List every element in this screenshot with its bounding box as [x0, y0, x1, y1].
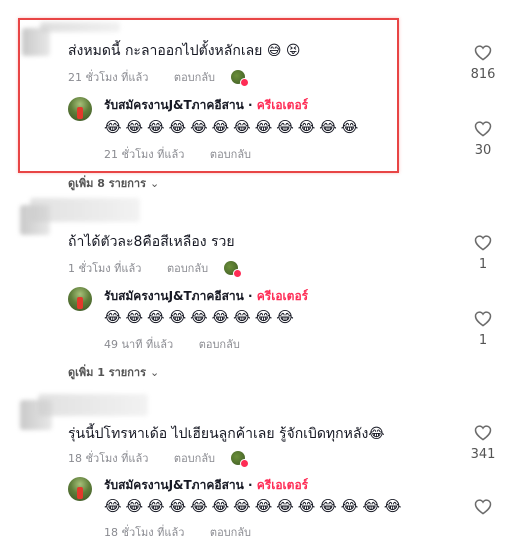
comment-time: 1 ชั่วโมง ที่แล้ว	[68, 262, 142, 275]
heart-outline-icon	[474, 425, 492, 441]
reply-meta: 49 นาที ที่แล้ว ตอบกลับ	[104, 335, 240, 353]
heart-outline-icon	[474, 235, 492, 251]
creator-name: รับสมัครงานJ&Tภาคอีสาน	[104, 289, 244, 303]
comment-meta: 1 ชั่วโมง ที่แล้ว ตอบกลับ	[68, 259, 242, 278]
reply-text: 😂😂😂😂😂😂😂😂😂😂😂😂😂😂	[104, 497, 406, 515]
creator-liked-avatar	[223, 261, 242, 278]
comment-text: รุ่นนี้ปโทรหาเด้อ ไปเฮียนลูกค้าเลย รู้จั…	[68, 426, 385, 442]
creator-badge: ครีเอเตอร์	[256, 478, 309, 492]
reply-button[interactable]: ตอบกลับ	[167, 262, 208, 275]
heart-outline-icon	[474, 45, 492, 61]
creator-name: รับสมัครงานJ&Tภาคอีสาน	[104, 478, 244, 492]
like-count: 30	[474, 143, 492, 158]
view-more-replies[interactable]: ดูเพิ่ม 8 รายการ ⌄	[68, 174, 159, 192]
comment-meta: 18 ชั่วโมง ที่แล้ว ตอบกลับ	[68, 449, 249, 468]
reply-author[interactable]: รับสมัครงานJ&Tภาคอีสาน · ครีเอเตอร์	[104, 476, 308, 495]
view-more-label: ดูเพิ่ม 8 รายการ	[68, 177, 146, 190]
creator-avatar[interactable]	[68, 287, 92, 311]
like-button[interactable]	[463, 498, 503, 515]
like-button[interactable]: 1	[463, 234, 503, 272]
blurred-username	[30, 198, 140, 222]
reply-button[interactable]: ตอบกลับ	[199, 338, 240, 351]
reply-text: 😂😂😂😂😂😂😂😂😂	[104, 308, 298, 326]
reply-meta: 18 ชั่วโมง ที่แล้ว ตอบกลับ	[104, 523, 251, 541]
creator-avatar[interactable]	[68, 477, 92, 501]
name-separator: ·	[243, 478, 257, 492]
name-separator: ·	[243, 289, 257, 303]
heart-outline-icon	[474, 311, 492, 327]
reply-button[interactable]: ตอบกลับ	[210, 526, 251, 539]
highlight-annotation-box	[18, 18, 399, 173]
creator-badge: ครีเอเตอร์	[256, 289, 309, 303]
heart-outline-icon	[474, 121, 492, 137]
like-count: 1	[478, 257, 488, 272]
view-more-label: ดูเพิ่ม 1 รายการ	[68, 366, 146, 379]
like-count: 1	[478, 333, 488, 348]
blurred-username	[38, 394, 148, 416]
heart-outline-icon	[474, 499, 492, 515]
view-more-replies[interactable]: ดูเพิ่ม 1 รายการ ⌄	[68, 363, 159, 381]
reply-time: 18 ชั่วโมง ที่แล้ว	[104, 526, 185, 539]
reply-button[interactable]: ตอบกลับ	[174, 452, 215, 465]
like-button[interactable]: 816	[463, 44, 503, 82]
creator-heart-badge	[239, 459, 249, 468]
reply-time: 49 นาที ที่แล้ว	[104, 338, 174, 351]
creator-heart-badge	[232, 269, 242, 278]
chevron-down-icon: ⌄	[150, 366, 160, 379]
like-button[interactable]: 1	[463, 310, 503, 348]
reply-author[interactable]: รับสมัครงานJ&Tภาคอีสาน · ครีเอเตอร์	[104, 287, 308, 306]
comment-text: ถ้าได้ตัวละ8คือสีเหลือง รวย	[68, 234, 235, 250]
like-button[interactable]: 341	[463, 424, 503, 462]
like-count: 816	[470, 67, 496, 82]
comment-time: 18 ชั่วโมง ที่แล้ว	[68, 452, 149, 465]
like-button[interactable]: 30	[463, 120, 503, 158]
like-count: 341	[470, 447, 496, 462]
creator-liked-avatar	[230, 451, 249, 468]
chevron-down-icon: ⌄	[150, 177, 160, 190]
